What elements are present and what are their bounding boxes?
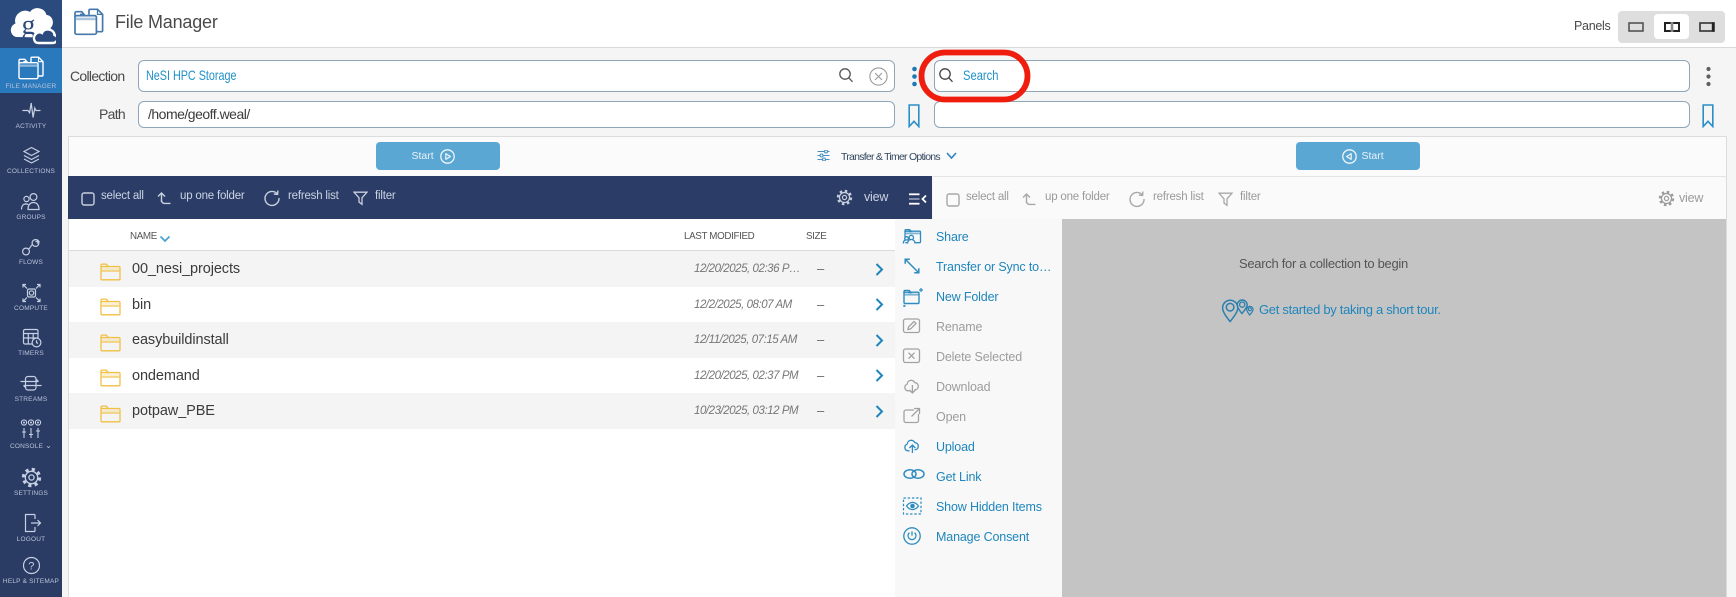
svg-text:?: ? bbox=[28, 561, 34, 573]
